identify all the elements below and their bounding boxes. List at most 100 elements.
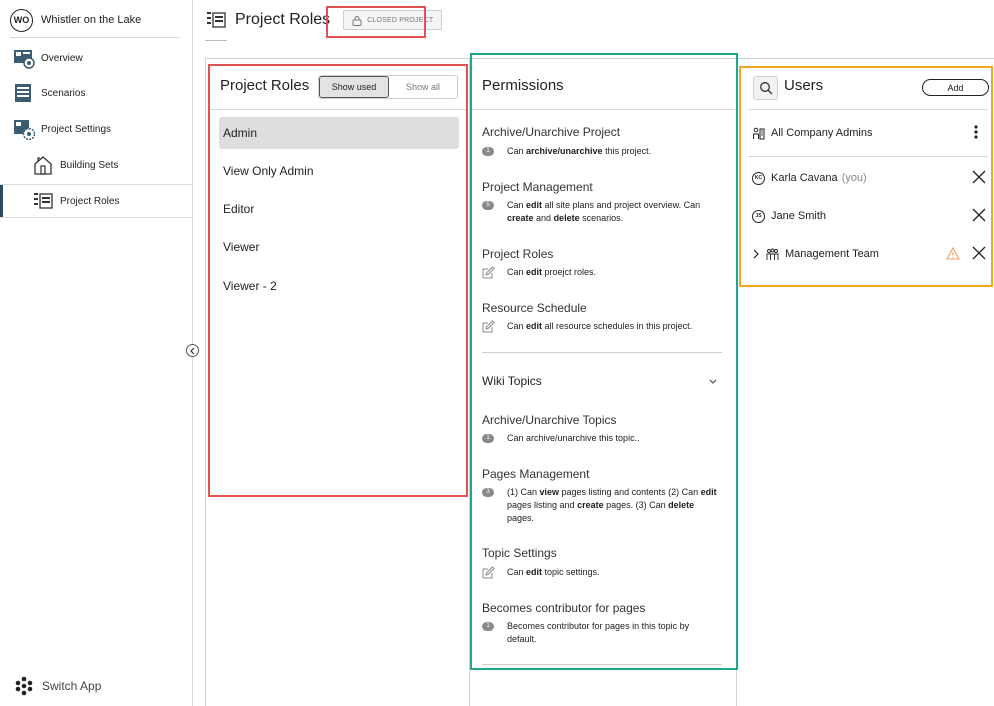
- close-icon[interactable]: [972, 246, 986, 260]
- role-item-viewer[interactable]: Viewer: [219, 231, 459, 263]
- role-item-editor[interactable]: Editor: [219, 193, 459, 225]
- warning-icon: [946, 246, 960, 260]
- permission-description: 3 (1) Can view pages listing and content…: [482, 486, 718, 525]
- permission-count-badge: 1: [482, 622, 494, 631]
- search-users-button[interactable]: [753, 76, 778, 100]
- app-grid-icon: [15, 676, 33, 696]
- divider: [10, 37, 180, 38]
- sidebar-item-scenarios[interactable]: Scenarios: [0, 76, 192, 110]
- divider: [736, 58, 737, 706]
- permission-title: Archive/Unarchive Topics: [482, 413, 617, 427]
- project-roles-icon: [207, 12, 226, 28]
- user-name: Karla Cavana: [771, 172, 838, 184]
- permission-title: Topic Settings: [482, 546, 557, 560]
- remove-user-button[interactable]: [972, 208, 986, 222]
- current-user-tag: (you): [841, 172, 867, 184]
- roles-filter-toggle: Show used Show all: [318, 75, 458, 99]
- permission-title: Project Management: [482, 180, 593, 194]
- divider: [469, 58, 470, 706]
- sidebar-item-overview[interactable]: Overview: [0, 41, 192, 75]
- role-item-viewer-2[interactable]: Viewer - 2: [219, 270, 459, 302]
- wiki-topics-section-toggle[interactable]: Wiki Topics: [482, 374, 718, 388]
- sidebar-item-label: Project Settings: [41, 123, 112, 135]
- user-group-all-company-admins: All Company Admins: [752, 121, 988, 145]
- permission-title: Project Roles: [482, 247, 554, 261]
- divider: [205, 40, 227, 41]
- roles-panel-title: Project Roles: [220, 77, 310, 94]
- edit-icon: [482, 266, 495, 279]
- show-all-button[interactable]: Show all: [389, 76, 457, 98]
- permission-description: 1 Can archive/unarchive this project.: [482, 145, 718, 158]
- chevron-left-icon: [190, 347, 195, 354]
- more-options-button[interactable]: [974, 125, 978, 139]
- sidebar-item-project-roles[interactable]: Project Roles: [0, 184, 192, 218]
- search-icon: [759, 82, 772, 95]
- close-icon: [972, 170, 986, 184]
- switch-app-label: Switch App: [42, 679, 102, 693]
- sidebar-item-label: Building Sets: [60, 159, 119, 171]
- project-avatar: WO: [10, 8, 33, 32]
- permission-title: Becomes contributor for pages: [482, 601, 646, 615]
- more-vertical-icon: [974, 125, 978, 139]
- close-icon: [972, 208, 986, 222]
- user-row-karla-cavana: KC Karla Cavana (you): [752, 166, 988, 190]
- permission-title: Resource Schedule: [482, 301, 587, 315]
- permission-title: Pages Management: [482, 467, 590, 481]
- company-admins-icon: [753, 127, 765, 139]
- remove-user-button[interactable]: [972, 170, 986, 184]
- permission-count-badge: 5: [482, 201, 494, 210]
- group-name: All Company Admins: [771, 127, 873, 139]
- section-title: Wiki Topics: [482, 374, 542, 388]
- divider: [482, 352, 722, 353]
- page-title: Project Roles: [235, 11, 331, 28]
- sidebar: WO Whistler on the Lake Overview Scenari…: [0, 0, 193, 706]
- chevron-down-icon: [709, 379, 717, 384]
- permission-count-badge: 3: [482, 488, 494, 497]
- role-item-admin[interactable]: Admin: [219, 117, 459, 149]
- users-panel-title: Users: [784, 77, 824, 94]
- scenarios-icon: [15, 84, 31, 102]
- permissions-panel-title: Permissions: [482, 77, 564, 94]
- status-badge-label: CLOSED PROJECT: [367, 16, 434, 24]
- permission-description: Can edit topic settings.: [482, 566, 718, 579]
- divider: [748, 156, 988, 157]
- avatar: KC: [752, 171, 765, 185]
- team-name: Management Team: [785, 248, 879, 260]
- user-row-jane-smith: JS Jane Smith: [752, 204, 988, 228]
- divider: [482, 664, 722, 665]
- sidebar-item-label: Overview: [41, 52, 83, 64]
- permission-description: 1 Becomes contributor for pages in this …: [482, 620, 718, 646]
- edit-icon: [482, 320, 495, 333]
- sidebar-item-building-sets[interactable]: Building Sets: [0, 148, 192, 182]
- lock-icon: [352, 15, 362, 26]
- divider: [205, 58, 206, 706]
- overview-icon: [14, 50, 35, 69]
- permission-description: 5 Can edit all site plans and project ov…: [482, 199, 718, 225]
- add-user-button[interactable]: Add: [922, 79, 989, 96]
- edit-icon: [482, 566, 495, 579]
- divider: [748, 109, 988, 110]
- user-row-management-team: Management Team: [752, 242, 988, 266]
- project-name: Whistler on the Lake: [41, 14, 142, 26]
- permission-description: Can edit proejct roles.: [482, 266, 718, 279]
- permission-count-badge: 1: [482, 147, 494, 156]
- page-header: Project Roles CLOSED PROJECT: [205, 8, 443, 32]
- permission-description: Can edit all resource schedules in this …: [482, 320, 718, 333]
- project-settings-icon: [14, 120, 35, 140]
- switch-app-button[interactable]: Switch App: [14, 676, 101, 696]
- divider: [471, 109, 735, 110]
- team-icon: [766, 248, 779, 260]
- chevron-right-icon[interactable]: [752, 249, 760, 259]
- collapse-sidebar-button[interactable]: [186, 344, 199, 357]
- show-used-button[interactable]: Show used: [319, 76, 389, 98]
- role-item-view-only-admin[interactable]: View Only Admin: [219, 155, 459, 187]
- sidebar-item-label: Scenarios: [41, 87, 86, 99]
- permission-count-badge: 1: [482, 434, 494, 443]
- permission-description: 1 Can archive/unarchive this topic..: [482, 432, 718, 445]
- project-switcher[interactable]: WO Whistler on the Lake: [10, 6, 180, 34]
- building-sets-icon: [34, 156, 52, 175]
- project-roles-icon: [34, 193, 53, 209]
- user-name: Jane Smith: [771, 210, 827, 222]
- divider: [210, 109, 468, 110]
- sidebar-item-project-settings[interactable]: Project Settings: [0, 112, 192, 146]
